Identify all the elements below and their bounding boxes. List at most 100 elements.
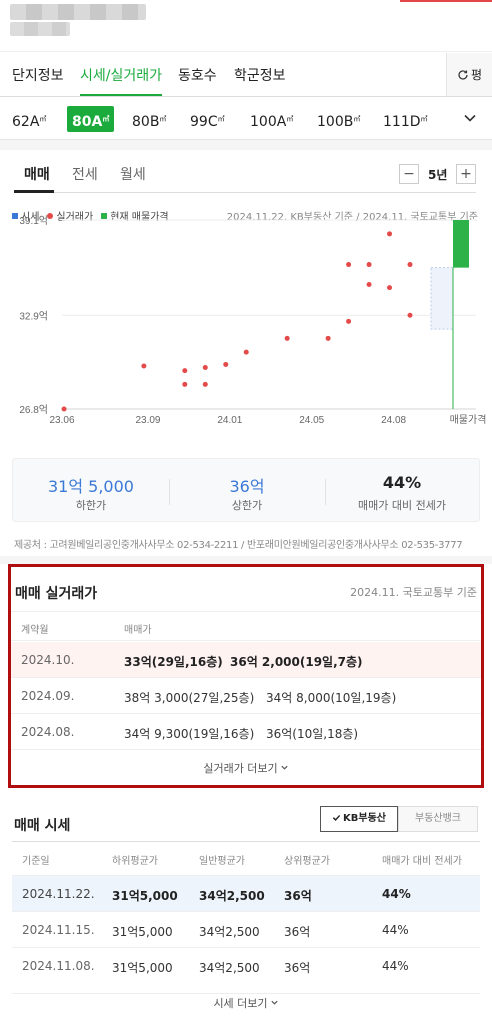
- high-price-label: 상한가: [231, 499, 263, 512]
- size-chip-80b[interactable]: 80B㎡: [132, 106, 166, 132]
- upper-avg: 36억: [284, 961, 311, 975]
- lower-avg: 31억5,000: [112, 889, 178, 903]
- tab-school-info[interactable]: 학군정보: [234, 65, 286, 85]
- more-trades-label: 실거래가 더보기: [203, 762, 278, 775]
- active-tab-indicator: [14, 190, 54, 193]
- trade-point: [407, 312, 413, 318]
- y-tick-label: 32.9억: [19, 310, 48, 322]
- tab-building-units[interactable]: 동호수: [178, 65, 217, 85]
- more-trades-link[interactable]: 실거래가 더보기: [11, 760, 481, 776]
- size-unit: ㎡: [420, 115, 428, 123]
- actual-trade-header: 계약월 매매가: [11, 611, 481, 641]
- period-decrease-button[interactable]: −: [399, 164, 419, 184]
- chart-ranges: [430, 220, 469, 409]
- tab-sale[interactable]: 매매: [24, 164, 50, 184]
- size-chip-100a[interactable]: 100A㎡: [250, 106, 293, 132]
- size-label: 111D: [383, 114, 421, 130]
- trade-point: [346, 318, 352, 324]
- size-unit: ㎡: [353, 115, 361, 123]
- trade-deal: 33억(29일,16층): [124, 655, 223, 669]
- more-market-link[interactable]: 시세 더보기: [12, 993, 480, 1011]
- base-date: 2024.11.15.: [22, 923, 95, 937]
- x-tick-label: 매물가격: [450, 413, 487, 426]
- actual-trade-source: 2024.11. 국토교통부 기준: [350, 586, 477, 599]
- trade-point: [325, 335, 331, 341]
- header-accent-bar: [400, 0, 492, 2]
- tab-jeonse[interactable]: 전세: [72, 164, 98, 184]
- trade-month: 2024.09.: [21, 689, 75, 703]
- kb-price-range-box: [430, 267, 454, 330]
- table-row[interactable]: 2024.08. 34억 9,300(19일,16층) 36억(10일,18층): [11, 714, 481, 750]
- tab-monthly-rent[interactable]: 월세: [120, 164, 146, 184]
- table-row[interactable]: 2024.11.08. 31억5,000 34억2,500 36억 44%: [12, 947, 480, 983]
- lower-avg: 31억5,000: [112, 961, 173, 975]
- trade-deal: 36억(10일,18층): [266, 727, 359, 741]
- pyeong-toggle-button[interactable]: 평: [446, 53, 492, 96]
- size-chip-100b[interactable]: 100B㎡: [317, 106, 360, 132]
- trade-deal: 36억 2,000(19일,7층): [230, 655, 363, 669]
- main-nav-tabs: 단지정보 시세/실거래가 동호수 학군정보 평: [0, 53, 492, 97]
- jeonse-ratio: 44%: [382, 959, 409, 973]
- size-chip-99c[interactable]: 99C㎡: [190, 106, 225, 132]
- col-lower-avg: 하위평균가: [112, 856, 158, 867]
- size-label: 100B: [317, 114, 354, 130]
- trade-deal: 34억 8,000(10일,19층): [266, 691, 397, 705]
- col-base-date: 기준일: [22, 856, 50, 867]
- size-label: 80B: [132, 114, 160, 130]
- price-summary-card: 31억 5,000 하한가 36억 상한가 44% 매매가 대비 전세가: [12, 458, 480, 522]
- tabs-underline: [14, 192, 476, 193]
- table-row[interactable]: 2024.11.15. 31억5,000 34억2,500 36억 44%: [12, 911, 480, 947]
- general-avg: 34억2,500: [199, 889, 265, 903]
- source-bank-button[interactable]: 부동산뱅크: [398, 806, 478, 832]
- trade-point: [284, 335, 290, 341]
- col-contract-month: 계약월: [21, 625, 49, 636]
- chart-points: [61, 231, 413, 412]
- trade-point: [61, 406, 67, 412]
- deal-type-tabs: 매매 전세 월세 − 5년 +: [0, 152, 492, 194]
- chevron-down-icon[interactable]: [462, 110, 478, 126]
- table-row[interactable]: 2024.11.22. 31억5,000 34억2,500 36억 44%: [12, 875, 480, 911]
- current-listing-bar: [453, 220, 469, 268]
- tab-complex-info[interactable]: 단지정보: [12, 65, 64, 85]
- size-unit: ㎡: [217, 115, 225, 123]
- actual-trade-title: 매매 실거래가: [15, 586, 98, 602]
- size-label: 80A: [72, 114, 103, 130]
- x-tick-label: 24.08: [381, 415, 406, 426]
- trade-point: [182, 368, 188, 374]
- trade-point: [182, 381, 188, 387]
- x-tick-label: 24.05: [299, 415, 324, 426]
- source-kb-button[interactable]: KB부동산: [320, 806, 398, 832]
- size-chip-62a[interactable]: 62A㎡: [12, 106, 46, 132]
- chevron-down-icon: [281, 765, 288, 770]
- source-kb-label: KB부동산: [343, 813, 386, 824]
- section-divider: [0, 556, 492, 564]
- size-chip-80a[interactable]: 80A㎡: [67, 106, 115, 132]
- size-unit: ㎡: [159, 115, 167, 123]
- more-market-label: 시세 더보기: [213, 997, 268, 1010]
- price-chart: 39.1억 32.9억 26.8억23.06 23.09 24.01 24.05 24.08…: [19, 215, 486, 426]
- trade-month: 2024.08.: [21, 725, 75, 739]
- size-unit: ㎡: [39, 115, 47, 123]
- table-row[interactable]: 2024.09. 38억 3,000(27일,25층) 34억 8,000(10…: [11, 678, 481, 714]
- market-price-header: 기준일 하위평균가 일반평균가 상위평균가 매매가 대비 전세가: [12, 841, 480, 875]
- summary-high: 36억 상한가: [169, 459, 325, 523]
- high-price-value: 36억: [229, 477, 265, 496]
- market-price-title: 매매 시세: [14, 818, 71, 834]
- jeonse-ratio: 44%: [382, 887, 411, 901]
- trade-point: [387, 231, 393, 237]
- general-avg: 34억2,500: [199, 925, 260, 939]
- tab-price-trades[interactable]: 시세/실거래가: [80, 65, 162, 96]
- upper-avg: 36억: [284, 925, 311, 939]
- col-upper-avg: 상위평균가: [284, 856, 330, 867]
- trade-point: [366, 262, 372, 268]
- col-sale-price: 매매가: [124, 625, 152, 636]
- size-chip-111d[interactable]: 111D㎡: [383, 106, 428, 132]
- chart-labels: 39.1억 32.9억 26.8억23.06 23.09 24.01 24.05 24.08…: [19, 215, 486, 426]
- ratio-value: 44%: [382, 473, 422, 492]
- trade-point: [387, 285, 393, 291]
- trade-point: [407, 262, 413, 268]
- blurred-complex-subtitle: [10, 22, 70, 36]
- period-increase-button[interactable]: +: [456, 164, 476, 184]
- y-tick-label: 39.1억: [19, 215, 48, 227]
- table-row[interactable]: 2024.10. 33억(29일,16층) 36억 2,000(19일,7층): [11, 642, 481, 678]
